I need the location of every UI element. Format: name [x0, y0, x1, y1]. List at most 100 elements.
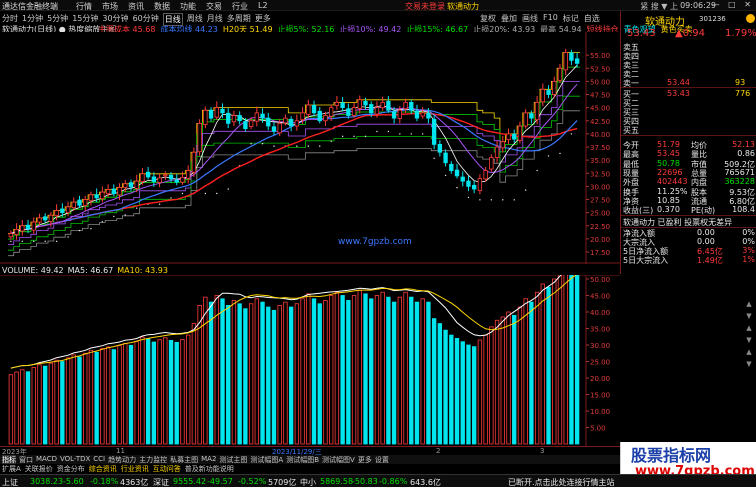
volume-bar[interactable]	[294, 303, 300, 445]
order-book-row[interactable]: 买二	[621, 98, 756, 108]
volume-bar[interactable]	[180, 338, 185, 445]
indicator-tab[interactable]: 设置	[375, 455, 389, 464]
candle-body[interactable]	[329, 107, 334, 117]
candle-body[interactable]	[363, 100, 368, 106]
toolbar-button[interactable]: 自选	[584, 13, 600, 24]
candle-body[interactable]	[151, 176, 157, 183]
volume-bar[interactable]	[483, 334, 488, 445]
candle-body[interactable]	[71, 201, 76, 209]
candle-body[interactable]	[208, 109, 214, 119]
volume-bar[interactable]	[14, 371, 19, 445]
volume-chart[interactable]: 50.00 45.00 40.00 35.00 30.00 25.00 20.00 15.00…	[0, 275, 620, 446]
candle-body[interactable]	[563, 52, 568, 71]
volume-bar[interactable]	[168, 339, 174, 445]
volume-bar[interactable]	[111, 349, 116, 445]
volume-bar[interactable]	[20, 369, 25, 445]
candle-body[interactable]	[546, 90, 551, 95]
candle-body[interactable]	[237, 115, 242, 122]
volume-bar[interactable]	[94, 351, 99, 445]
volume-bar[interactable]	[552, 278, 557, 445]
menu-item[interactable]: 功能	[180, 1, 196, 12]
candle-body[interactable]	[300, 112, 305, 121]
volume-bar[interactable]	[426, 301, 431, 445]
volume-bar[interactable]	[460, 341, 465, 445]
candle-body[interactable]	[163, 174, 168, 177]
candle-body[interactable]	[466, 180, 471, 187]
volume-bar[interactable]	[214, 295, 219, 445]
login-notice[interactable]: 交易未登录	[405, 1, 445, 12]
candle-body[interactable]	[48, 214, 54, 222]
volume-bar[interactable]	[186, 334, 191, 445]
volume-bar[interactable]	[454, 338, 460, 445]
indicator-tab[interactable]: VOL-TDX	[60, 455, 90, 464]
candle-body[interactable]	[340, 102, 345, 109]
extension-tab[interactable]: 扩展A	[2, 464, 21, 473]
candle-body[interactable]	[431, 118, 437, 145]
volume-bar[interactable]	[443, 329, 448, 445]
volume-bar[interactable]	[374, 295, 380, 445]
candle-body[interactable]	[523, 112, 528, 127]
volume-bar[interactable]	[100, 348, 105, 445]
order-book-row[interactable]: 卖一 53.44 93	[621, 78, 756, 88]
volume-bar[interactable]	[157, 339, 162, 445]
volume-bar[interactable]	[163, 337, 168, 445]
volume-bar[interactable]	[557, 275, 563, 445]
volume-bar[interactable]	[128, 344, 134, 445]
candle-body[interactable]	[123, 183, 128, 188]
candle-body[interactable]	[397, 109, 402, 119]
extension-tab[interactable]: 互动问答	[153, 464, 181, 473]
volume-bar[interactable]	[311, 298, 317, 445]
volume-bar[interactable]	[517, 306, 523, 445]
toolbar-button[interactable]: 复权	[480, 13, 496, 24]
menu-item[interactable]: 资讯	[128, 1, 144, 12]
candle-body[interactable]	[191, 151, 197, 173]
candle-body[interactable]	[8, 233, 14, 238]
volume-bar[interactable]	[220, 298, 225, 445]
indicator-tab[interactable]: CCI	[93, 455, 105, 464]
volume-bar[interactable]	[420, 298, 425, 445]
candle-body[interactable]	[226, 112, 231, 124]
volume-bar[interactable]	[546, 286, 551, 445]
volume-bar[interactable]	[529, 301, 534, 445]
candle-body[interactable]	[460, 176, 465, 182]
volume-bar[interactable]	[512, 314, 517, 445]
volume-bar[interactable]	[357, 290, 362, 445]
candle-body[interactable]	[43, 216, 48, 221]
candle-body[interactable]	[414, 110, 420, 119]
volume-bar[interactable]	[191, 323, 197, 445]
candle-body[interactable]	[380, 101, 385, 109]
candle-body[interactable]	[60, 208, 65, 214]
volume-bar[interactable]	[65, 357, 71, 445]
candle-body[interactable]	[283, 117, 288, 124]
volume-bar[interactable]	[317, 303, 322, 445]
candle-body[interactable]	[117, 187, 122, 196]
volume-bar[interactable]	[237, 303, 242, 445]
indicator-tab[interactable]: 主力监控	[139, 455, 167, 464]
toolbar-button[interactable]: 叠加	[501, 13, 517, 24]
candle-body[interactable]	[288, 118, 294, 127]
indicator-tab[interactable]: 私募主图	[170, 455, 198, 464]
candle-body[interactable]	[529, 113, 534, 119]
volume-bar[interactable]	[409, 296, 414, 445]
volume-bar[interactable]	[31, 367, 36, 445]
volume-bar[interactable]	[437, 323, 443, 445]
volume-bar[interactable]	[37, 364, 42, 445]
indicator-tab[interactable]: 窗口	[19, 455, 33, 464]
candle-body[interactable]	[260, 113, 265, 119]
volume-bar[interactable]	[77, 356, 82, 445]
candle-body[interactable]	[500, 141, 505, 149]
candle-body[interactable]	[186, 170, 191, 179]
candle-body[interactable]	[140, 173, 145, 182]
volume-bar[interactable]	[283, 301, 288, 445]
candle-body[interactable]	[100, 191, 105, 200]
extension-tab[interactable]: 普及新功能说明	[185, 464, 234, 473]
candle-body[interactable]	[374, 107, 380, 115]
indicator-tab[interactable]: 测试幅图A	[250, 455, 283, 464]
candle-body[interactable]	[254, 112, 259, 122]
candle-body[interactable]	[20, 225, 25, 232]
volume-bar[interactable]	[134, 341, 139, 445]
candle-body[interactable]	[94, 194, 99, 199]
rating-icon[interactable]	[746, 14, 755, 23]
candle-body[interactable]	[437, 143, 443, 153]
volume-bar[interactable]	[25, 371, 31, 445]
